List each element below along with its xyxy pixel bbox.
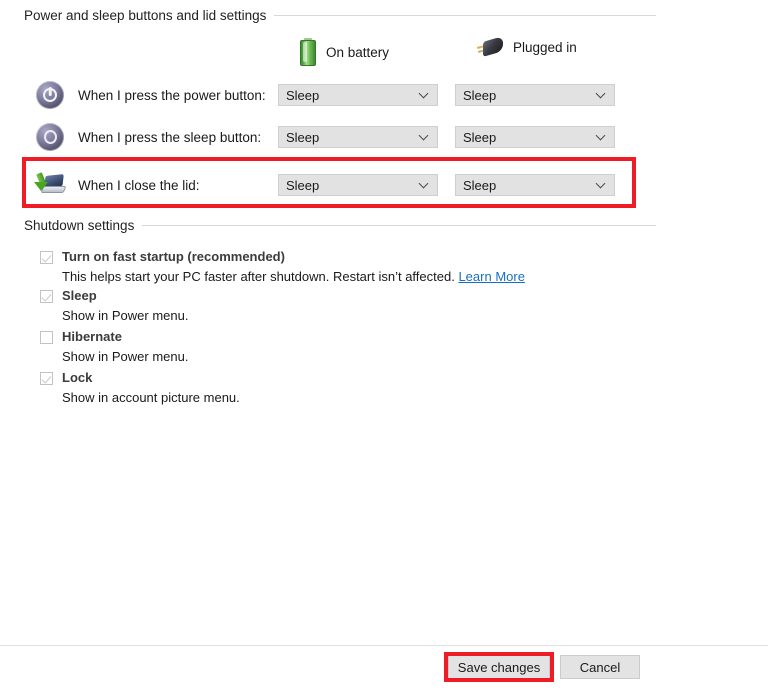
section-divider-rule	[142, 225, 656, 226]
dropdown-close-lid-on-battery-value: Sleep	[279, 178, 319, 193]
save-changes-button[interactable]: Save changes	[448, 655, 550, 679]
section-divider-rule	[274, 15, 656, 16]
chevron-down-icon	[420, 90, 428, 98]
power-button-icon	[34, 79, 66, 111]
setting-label-sleep-button: When I press the sleep button:	[78, 130, 278, 145]
checkbox-item-fast-startup: Turn on fast startup (recommended) This …	[40, 249, 525, 284]
column-header-plugged-in-label: Plugged in	[513, 40, 577, 55]
chevron-down-icon	[420, 132, 428, 140]
checkbox-description-lock: Show in account picture menu.	[62, 390, 240, 405]
dropdown-close-lid-on-battery[interactable]: Sleep	[278, 174, 438, 196]
setting-row-power-button: When I press the power button: Sleep Sle…	[24, 78, 636, 112]
dropdown-sleep-button-plugged-in-value: Sleep	[456, 130, 496, 145]
dropdown-sleep-button-on-battery-value: Sleep	[279, 130, 319, 145]
dropdown-sleep-button-plugged-in[interactable]: Sleep	[455, 126, 615, 148]
checkbox-lock[interactable]	[40, 372, 53, 385]
checkbox-sleep[interactable]	[40, 290, 53, 303]
laptop-lid-icon	[34, 169, 66, 201]
setting-label-power-button: When I press the power button:	[78, 88, 278, 103]
checkbox-description-sleep: Show in Power menu.	[62, 308, 188, 323]
checkbox-label-fast-startup: Turn on fast startup (recommended)	[62, 249, 285, 264]
setting-row-sleep-button: When I press the sleep button: Sleep Sle…	[24, 120, 636, 154]
chevron-down-icon	[597, 90, 605, 98]
checkbox-label-sleep: Sleep	[62, 288, 97, 303]
checkbox-item-lock: Lock Show in account picture menu.	[40, 370, 240, 405]
setting-label-close-lid: When I close the lid:	[78, 178, 278, 193]
dropdown-power-button-on-battery[interactable]: Sleep	[278, 84, 438, 106]
checkbox-item-hibernate: Hibernate Show in Power menu.	[40, 329, 188, 364]
dropdown-close-lid-plugged-in[interactable]: Sleep	[455, 174, 615, 196]
checkbox-label-lock: Lock	[62, 370, 92, 385]
checkbox-description-fast-startup: This helps start your PC faster after sh…	[62, 269, 525, 284]
dropdown-power-button-on-battery-value: Sleep	[279, 88, 319, 103]
column-header-plugged-in: Plugged in	[477, 38, 577, 56]
chevron-down-icon	[597, 132, 605, 140]
column-header-on-battery: On battery	[300, 38, 389, 66]
cancel-button[interactable]: Cancel	[560, 655, 640, 679]
dropdown-close-lid-plugged-in-value: Sleep	[456, 178, 496, 193]
power-settings-section-header: Power and sleep buttons and lid settings	[24, 8, 656, 23]
checkbox-fast-startup[interactable]	[40, 251, 53, 264]
footer-divider	[0, 645, 768, 646]
checkbox-hibernate[interactable]	[40, 331, 53, 344]
battery-icon	[300, 38, 316, 66]
checkbox-item-sleep: Sleep Show in Power menu.	[40, 288, 188, 323]
learn-more-link[interactable]: Learn More	[458, 269, 524, 284]
chevron-down-icon	[420, 180, 428, 188]
sleep-button-icon	[34, 121, 66, 153]
chevron-down-icon	[597, 180, 605, 188]
shutdown-settings-section-header: Shutdown settings	[24, 218, 656, 233]
power-plug-icon	[477, 38, 503, 56]
checkbox-description-text-fast-startup: This helps start your PC faster after sh…	[62, 269, 455, 284]
power-settings-section-title: Power and sleep buttons and lid settings	[24, 8, 274, 23]
dropdown-power-button-plugged-in[interactable]: Sleep	[455, 84, 615, 106]
shutdown-settings-section-title: Shutdown settings	[24, 218, 142, 233]
dropdown-sleep-button-on-battery[interactable]: Sleep	[278, 126, 438, 148]
checkbox-description-hibernate: Show in Power menu.	[62, 349, 188, 364]
setting-row-close-lid: When I close the lid: Sleep Sleep	[24, 168, 636, 202]
dropdown-power-button-plugged-in-value: Sleep	[456, 88, 496, 103]
column-header-on-battery-label: On battery	[326, 45, 389, 60]
checkbox-label-hibernate: Hibernate	[62, 329, 122, 344]
